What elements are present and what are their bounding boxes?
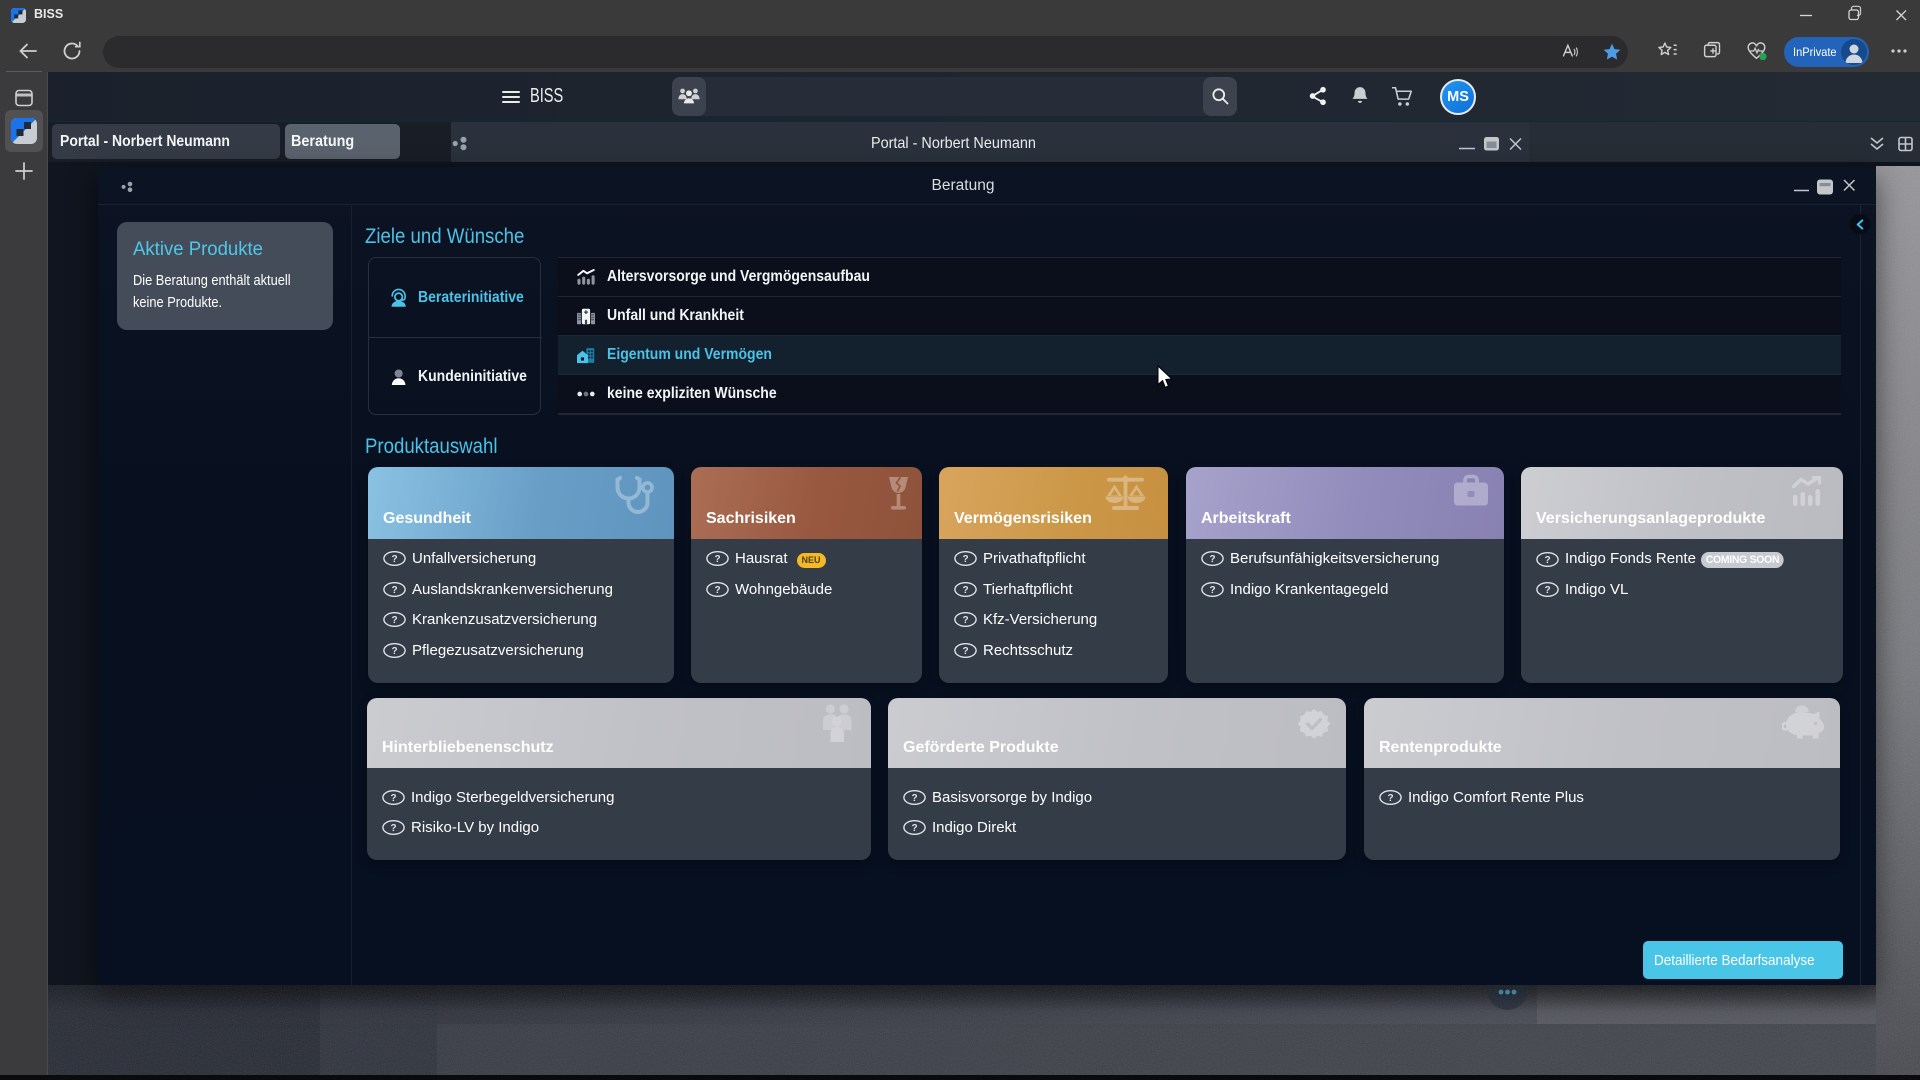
svg-text:?: ?: [1544, 555, 1550, 566]
svg-text:?: ?: [962, 646, 968, 657]
svg-text:?: ?: [1209, 585, 1215, 596]
svg-text:?: ?: [962, 615, 968, 626]
svg-text:?: ?: [391, 585, 397, 596]
svg-text:?: ?: [911, 823, 917, 834]
svg-text:?: ?: [391, 646, 397, 657]
svg-text:?: ?: [962, 585, 968, 596]
svg-text:?: ?: [1544, 585, 1550, 596]
svg-text:?: ?: [390, 823, 396, 834]
svg-text:?: ?: [714, 554, 720, 565]
svg-text:?: ?: [391, 615, 397, 626]
svg-text:?: ?: [911, 793, 917, 804]
svg-text:?: ?: [390, 793, 396, 804]
svg-text:?: ?: [1387, 793, 1393, 804]
svg-text:?: ?: [1209, 554, 1215, 565]
svg-text:?: ?: [962, 554, 968, 565]
svg-text:?: ?: [391, 554, 397, 565]
svg-text:?: ?: [714, 585, 720, 596]
